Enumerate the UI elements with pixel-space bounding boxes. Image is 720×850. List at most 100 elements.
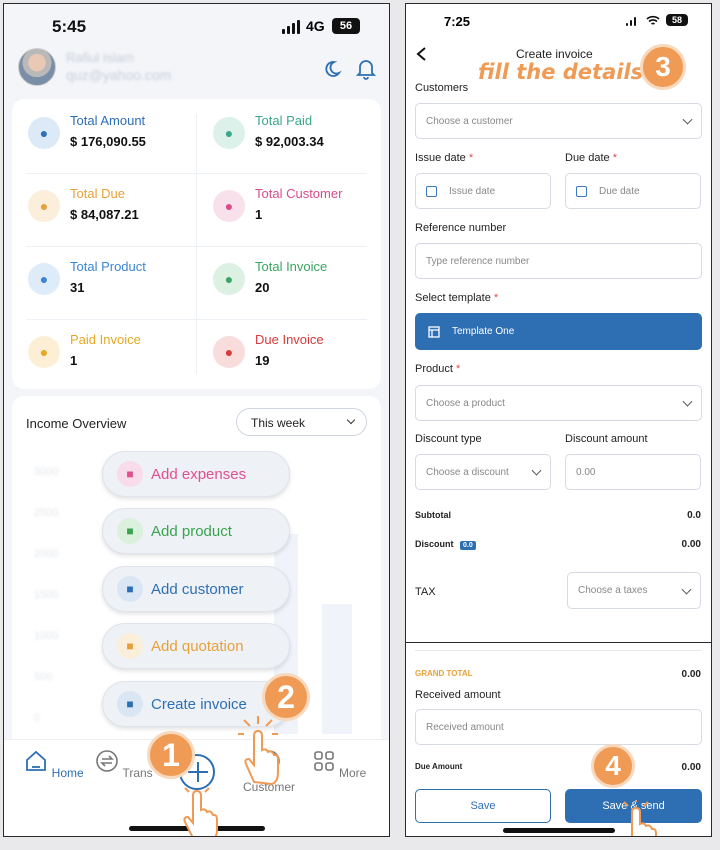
template-label: Select template * [415,292,499,304]
chevron-down-icon [531,465,542,476]
axis-tick-label: 0 [34,712,41,724]
signal-icon [282,20,300,34]
save-button[interactable]: Save [415,789,551,823]
customers-label: Customers [415,82,469,94]
step-badge-3: 3 [640,44,686,90]
received-placeholder: Received amount [426,721,504,733]
action-label: Add quotation [151,637,244,655]
stat-label: Total Paid [255,113,313,128]
user-email: quz@yahoo.com [66,67,172,83]
chevron-down-icon [346,415,356,425]
issue-date-input[interactable]: Issue date [415,173,551,209]
stat-item[interactable]: ● Total Paid $ 92,003.34 [213,113,383,157]
stat-item[interactable]: ● Total Due $ 84,087.21 [28,186,198,230]
discount-type-label: Discount type [415,433,482,445]
discount-amount-label: Discount amount [565,433,648,445]
product-placeholder: Choose a product [426,397,505,409]
tax-placeholder: Choose a taxes [578,585,648,596]
stat-label: Total Customer [255,186,343,201]
chevron-down-icon [681,584,692,595]
stat-item[interactable]: ● Paid Invoice 1 [28,332,198,376]
chevron-down-icon [682,114,693,125]
calendar-icon [426,185,437,197]
grand-total-row: GRAND TOTAL 0.00 [415,669,701,680]
stat-label: Total Product [70,259,146,274]
discount-amount-input[interactable]: 0.00 [565,454,701,490]
step-badge-1: 1 [147,731,195,779]
discount-amount-placeholder: 0.00 [576,466,596,478]
customer-select[interactable]: Choose a customer [415,103,702,139]
stat-item[interactable]: ● Due Invoice 19 [213,332,383,376]
product-label: Product * [415,363,461,375]
period-select[interactable]: This week [236,408,367,436]
reference-input[interactable]: Type reference number [415,243,702,279]
back-arrow-icon[interactable] [415,46,427,62]
issue-date-placeholder: Issue date [449,185,496,197]
money-hand-icon: ● [213,117,245,149]
stat-item[interactable]: ● Total Invoice 20 [213,259,383,303]
quotation-icon: ■ [117,633,143,659]
tap-hand-icon [183,786,218,836]
add-expenses-button[interactable]: ■ Add expenses [102,451,290,497]
annotation-text: fill the details [478,60,644,84]
add-quotation-button[interactable]: ■ Add quotation [102,623,290,669]
product-icon: ■ [117,518,143,544]
add-product-button[interactable]: ■ Add product [102,508,290,554]
tap-hand-icon [623,800,657,836]
axis-tick-label: 1000 [34,630,59,642]
stat-label: Total Amount [70,113,146,128]
template-icon [428,325,440,338]
wallet-icon: ● [28,190,60,222]
bell-icon[interactable] [356,58,376,80]
step-badge-4: 4 [591,744,635,788]
stat-label: Paid Invoice [70,332,141,347]
wifi-icon [646,15,660,25]
user-name: Rafiul Islam [66,50,134,65]
avatar[interactable] [18,48,56,86]
invoice-icon: ■ [117,691,143,717]
due-date-input[interactable]: Due date [565,173,701,209]
stat-item[interactable]: ● Total Product 31 [28,259,198,303]
discount-value: 0.00 [681,539,701,550]
transfer-icon [96,750,119,772]
nav-home[interactable]: Home [24,749,84,780]
stat-item[interactable]: ● Total Customer 1 [213,186,383,230]
screen-divider [406,642,711,643]
template-select[interactable]: Template One [415,313,702,350]
tax-select[interactable]: Choose a taxes [567,572,701,609]
home-indicator [503,828,615,833]
step-badge-2: 2 [262,673,310,721]
nav-more[interactable]: More [309,749,369,780]
paid-doc-icon: ● [28,336,60,368]
reference-label: Reference number [415,222,507,234]
battery-icon: 56 [332,18,360,34]
axis-tick-label: 1500 [34,589,59,601]
action-label: Add product [151,522,232,540]
product-select[interactable]: Choose a product [415,385,702,421]
period-value: This week [251,416,306,430]
dark-mode-icon[interactable] [322,59,342,79]
axis-tick-label: 2000 [34,548,59,560]
create-invoice-screen: 7:25 58 Create invoice fill the details … [405,3,712,837]
stat-item[interactable]: ● Total Amount $ 176,090.55 [28,113,198,157]
nav-home-label: Home [51,766,84,780]
due-doc-icon: ● [213,336,245,368]
divider [415,650,701,651]
received-label: Received amount [415,689,501,701]
nav-trans[interactable]: Trans [94,749,154,780]
add-customer-button[interactable]: ■ Add customer [102,566,290,612]
dashboard-screen: 5:45 4G 56 Rafiul Islam quz@yahoo.com ● T… [3,3,390,837]
stat-value: 1 [255,207,263,222]
reference-placeholder: Type reference number [426,255,530,267]
axis-tick-label: 2500 [34,507,59,519]
home-icon [26,750,47,771]
calendar-icon [576,185,587,197]
income-title: Income Overview [26,416,127,431]
boxes-icon: ● [28,263,60,295]
stat-value: 19 [255,353,270,368]
stat-label: Total Invoice [255,259,328,274]
received-amount-input[interactable]: Received amount [415,709,702,745]
status-time: 5:45 [52,17,87,36]
stat-label: Total Due [70,186,125,201]
discount-type-select[interactable]: Choose a discount [415,454,551,490]
